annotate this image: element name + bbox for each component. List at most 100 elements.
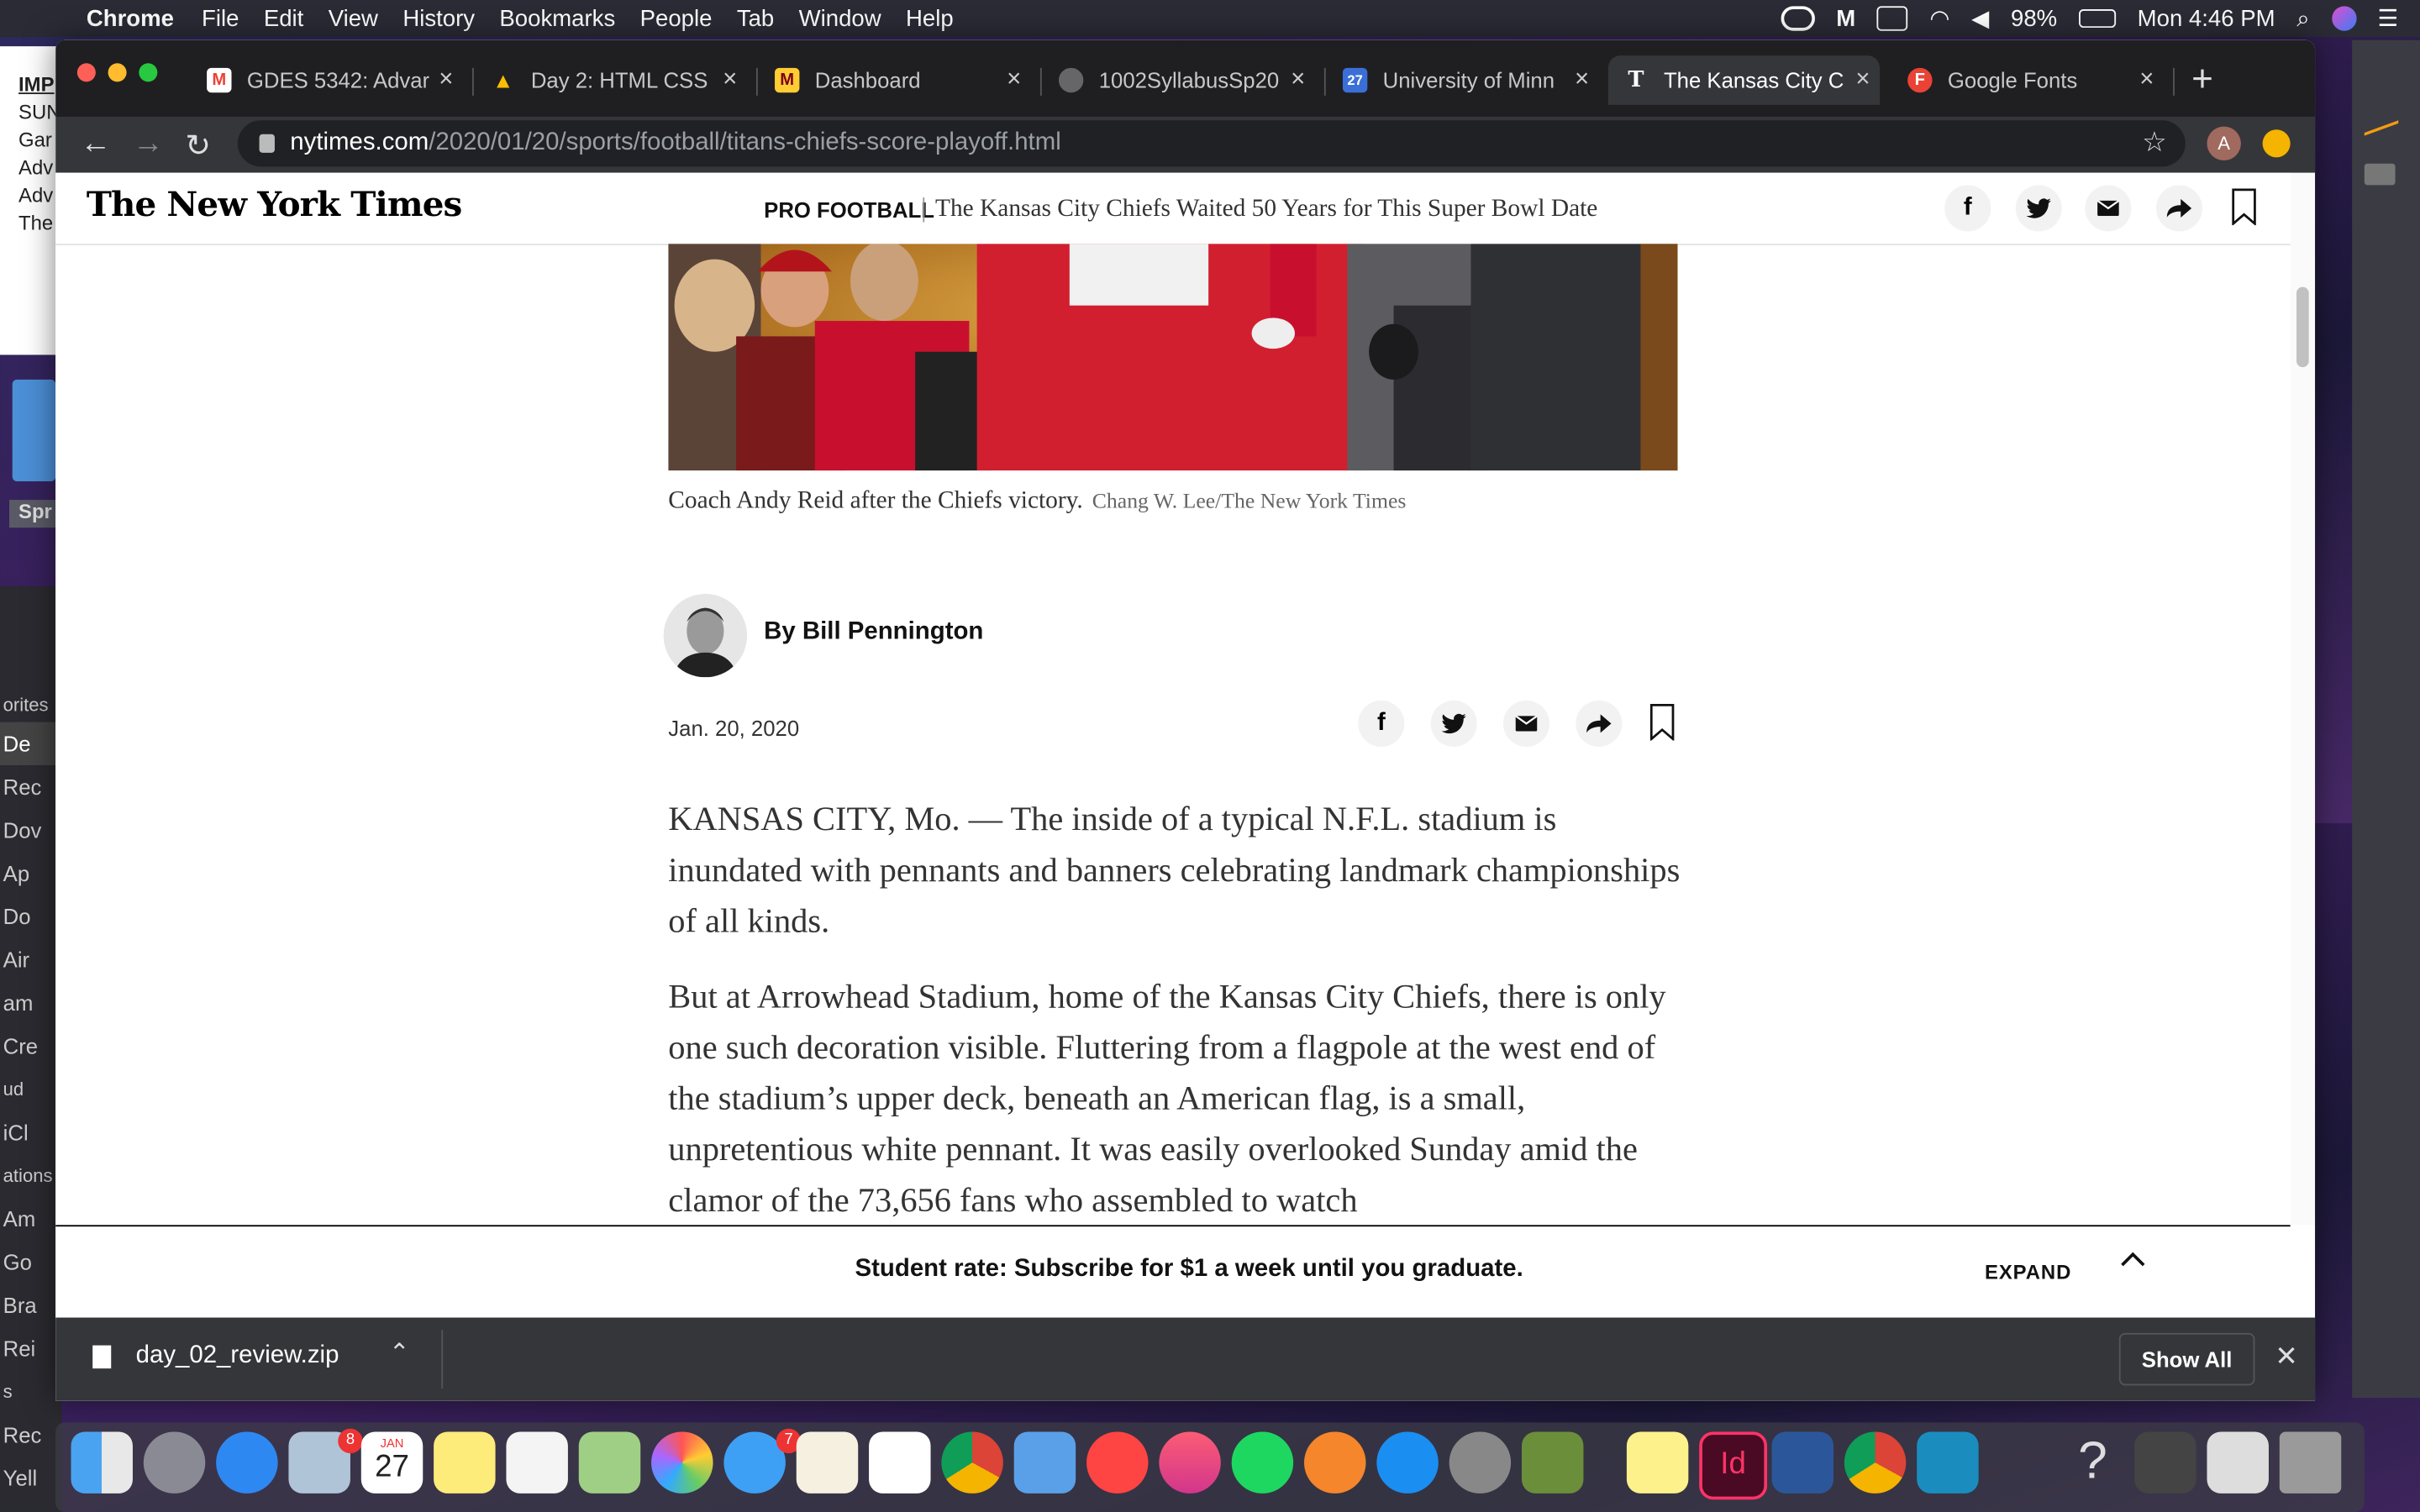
finder-item[interactable]: Rei bbox=[0, 1327, 61, 1370]
article-photo[interactable] bbox=[668, 244, 1678, 471]
numbers-icon[interactable] bbox=[869, 1431, 931, 1494]
chevron-up-icon[interactable]: ⌃ bbox=[389, 1337, 410, 1368]
close-window-button[interactable] bbox=[76, 63, 96, 82]
battery-percent[interactable]: 98% bbox=[2011, 5, 2057, 31]
battery-icon[interactable] bbox=[2078, 9, 2116, 29]
new-tab-button[interactable]: + bbox=[2191, 59, 2213, 102]
documents-stack-icon[interactable] bbox=[2207, 1431, 2269, 1494]
sketch-icon[interactable] bbox=[2364, 102, 2399, 136]
spotlight-search-icon[interactable]: ⌕ bbox=[2296, 5, 2309, 31]
address-bar[interactable]: nytimes.com/2020/01/20/sports/football/t… bbox=[237, 120, 2186, 167]
bookmark-star-icon[interactable]: ☆ bbox=[2142, 127, 2167, 160]
extension-coin-icon[interactable] bbox=[2262, 129, 2291, 158]
close-tab-icon[interactable]: × bbox=[997, 66, 1031, 94]
subscribe-offer-text[interactable]: Student rate: Subscribe for $1 a week un… bbox=[855, 1256, 1523, 1284]
tab-syllabus[interactable]: 1002SyllabusSp20 × bbox=[1044, 55, 1315, 105]
zoom-window-button[interactable] bbox=[139, 63, 158, 82]
author-byline[interactable]: By Bill Pennington bbox=[764, 619, 983, 647]
finder-item[interactable]: Do bbox=[0, 895, 61, 937]
volume-icon[interactable]: ◀ bbox=[1971, 5, 1989, 32]
word-icon[interactable] bbox=[1771, 1431, 1833, 1494]
menu-edit[interactable]: Edit bbox=[264, 5, 303, 31]
email-share-button[interactable] bbox=[2085, 185, 2132, 232]
maps-icon[interactable] bbox=[578, 1431, 641, 1494]
download-filename[interactable]: day_02_review.zip bbox=[136, 1342, 339, 1370]
notes-icon[interactable] bbox=[434, 1431, 496, 1494]
safari-icon[interactable] bbox=[216, 1431, 278, 1494]
trash-icon[interactable] bbox=[2279, 1431, 2342, 1494]
app-store-icon[interactable] bbox=[1376, 1431, 1439, 1494]
finder-item[interactable]: Dov bbox=[0, 808, 61, 851]
more-share-button[interactable] bbox=[2155, 185, 2202, 232]
nyt-logo[interactable]: The New York Times bbox=[87, 185, 462, 225]
itunes-icon[interactable] bbox=[1159, 1431, 1221, 1494]
section-label[interactable]: PRO FOOTBALL bbox=[764, 197, 934, 222]
airplay-icon[interactable] bbox=[1876, 6, 1908, 31]
close-tab-icon[interactable]: × bbox=[429, 66, 463, 94]
menu-help[interactable]: Help bbox=[906, 5, 954, 31]
reminders-icon[interactable] bbox=[506, 1431, 568, 1494]
tab-google-drive[interactable]: ▲ Day 2: HTML CSS × bbox=[476, 55, 747, 105]
finder-item[interactable]: Cre bbox=[0, 1025, 61, 1068]
close-tab-icon[interactable]: × bbox=[1846, 66, 1880, 94]
minecraft-icon[interactable] bbox=[1521, 1431, 1584, 1494]
tab-google-fonts[interactable]: F Google Fonts × bbox=[1892, 55, 2164, 105]
screenshot-app-icon[interactable] bbox=[1917, 1431, 1979, 1494]
stickies-icon[interactable] bbox=[1626, 1431, 1689, 1494]
finder-item[interactable]: Rec bbox=[0, 1413, 61, 1456]
menu-app-name[interactable]: Chrome bbox=[87, 5, 174, 31]
save-bookmark-icon[interactable] bbox=[1649, 703, 1675, 741]
indesign-icon[interactable]: Id bbox=[1699, 1431, 1768, 1500]
twitter-share-button[interactable] bbox=[2015, 185, 2062, 232]
finder-item[interactable]: Rec bbox=[0, 765, 61, 808]
calendar-icon[interactable]: JAN 27 bbox=[360, 1431, 424, 1494]
menu-people[interactable]: People bbox=[640, 5, 713, 31]
finder-icon[interactable] bbox=[71, 1431, 133, 1494]
creative-cloud-icon[interactable] bbox=[1781, 6, 1815, 31]
author-avatar[interactable] bbox=[663, 594, 747, 678]
finder-item[interactable]: Am bbox=[0, 1197, 61, 1240]
menu-window[interactable]: Window bbox=[799, 5, 881, 31]
photos-icon[interactable] bbox=[651, 1431, 713, 1494]
desktop-file-icon[interactable] bbox=[12, 379, 56, 482]
facebook-share-button[interactable]: f bbox=[1944, 185, 1991, 232]
notification-center-icon[interactable]: ☰ bbox=[2378, 5, 2399, 32]
close-tab-icon[interactable]: × bbox=[1565, 66, 1598, 94]
menubar-clock[interactable]: Mon 4:46 PM bbox=[2138, 5, 2275, 31]
menu-tab[interactable]: Tab bbox=[737, 5, 774, 31]
tab-dashboard[interactable]: M Dashboard × bbox=[760, 55, 1031, 105]
malwarebytes-icon[interactable]: M bbox=[1836, 5, 1855, 31]
wifi-icon[interactable]: ◠ bbox=[1929, 5, 1949, 32]
finder-item[interactable]: Ap bbox=[0, 852, 61, 895]
tab-university-of-minnesota[interactable]: 27 University of Minn × bbox=[1328, 55, 1599, 105]
more-share-button[interactable] bbox=[1576, 700, 1623, 747]
finder-item[interactable]: De bbox=[0, 722, 62, 766]
keynote-icon[interactable] bbox=[1013, 1431, 1076, 1494]
back-arrow-icon[interactable]: ← bbox=[81, 127, 112, 162]
extension-icon[interactable] bbox=[2364, 163, 2396, 186]
finder-item[interactable]: Air bbox=[0, 938, 61, 981]
scrollbar-thumb[interactable] bbox=[2296, 286, 2309, 368]
finder-item[interactable]: Bra bbox=[0, 1284, 61, 1326]
tab-kansas-city-chiefs[interactable]: T The Kansas City C × bbox=[1607, 55, 1881, 105]
chevron-up-icon[interactable] bbox=[2121, 1252, 2145, 1267]
chrome-icon[interactable] bbox=[941, 1431, 1003, 1494]
finder-item[interactable]: am bbox=[0, 981, 61, 1024]
pages-icon[interactable] bbox=[796, 1431, 859, 1494]
save-bookmark-icon[interactable] bbox=[2232, 188, 2256, 226]
finder-item[interactable]: Go bbox=[0, 1241, 61, 1284]
finder-item[interactable]: Yell bbox=[0, 1457, 61, 1499]
stack-folder-icon[interactable] bbox=[2134, 1431, 2196, 1494]
minimize-window-button[interactable] bbox=[108, 63, 127, 82]
forward-arrow-icon[interactable]: → bbox=[133, 127, 164, 162]
chrome-icon[interactable] bbox=[1844, 1431, 1907, 1494]
menu-bookmarks[interactable]: Bookmarks bbox=[499, 5, 615, 31]
close-icon[interactable]: ✕ bbox=[2275, 1341, 2298, 1373]
reload-icon[interactable]: ↻ bbox=[185, 127, 211, 165]
expand-button[interactable]: EXPAND bbox=[1985, 1261, 2071, 1284]
email-share-button[interactable] bbox=[1502, 700, 1550, 747]
help-question-icon[interactable]: ? bbox=[2062, 1431, 2123, 1493]
show-all-button[interactable]: Show All bbox=[2118, 1332, 2255, 1386]
close-tab-icon[interactable]: × bbox=[2130, 66, 2164, 94]
facebook-share-button[interactable]: f bbox=[1358, 700, 1405, 747]
